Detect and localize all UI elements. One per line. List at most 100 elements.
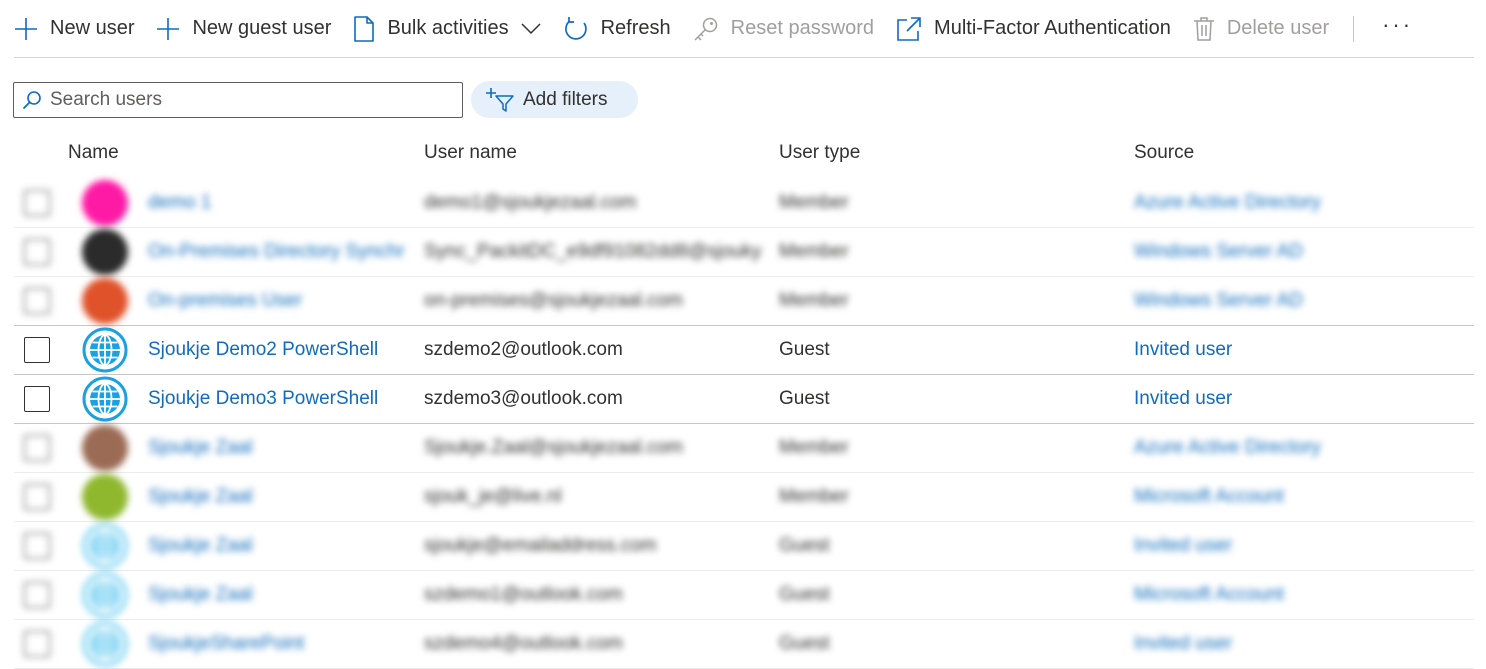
user-display-name-link[interactable]: Sjoukje Demo2 PowerShell: [148, 326, 410, 374]
search-box: [13, 82, 463, 118]
new-user-label: New user: [50, 17, 135, 39]
avatar-cell: [82, 326, 130, 374]
user-display-name-link[interactable]: Sjoukje Zaal: [148, 473, 410, 521]
refresh-label: Refresh: [600, 17, 671, 39]
row-checkbox[interactable]: [24, 533, 50, 559]
table-row[interactable]: Sjoukje Zaal szdemo1@outlook.com Guest M…: [14, 571, 1474, 620]
user-type: Guest: [779, 633, 830, 654]
user-display-name-link[interactable]: SjoukjeSharePoint: [148, 620, 410, 668]
avatar-cell: [82, 277, 130, 325]
table-row[interactable]: SjoukjeSharePoint szdemo4@outlook.com Gu…: [14, 620, 1474, 669]
mfa-button[interactable]: Multi-Factor Authentication: [896, 9, 1171, 49]
reset-password-label: Reset password: [730, 17, 875, 39]
globe-icon: [82, 327, 128, 373]
column-header-user-type[interactable]: User type: [779, 142, 860, 164]
table-header: Name User name User type Source: [0, 130, 1486, 176]
user-display-name-link[interactable]: Sjoukje Zaal: [148, 571, 410, 619]
avatar-cell: [82, 228, 130, 276]
table-row[interactable]: On-premises User on-premises@sjoukjezaal…: [14, 277, 1474, 326]
chevron-down-icon: [521, 22, 541, 34]
row-checkbox[interactable]: [24, 190, 50, 216]
user-type: Member: [779, 290, 849, 311]
user-type: Guest: [779, 388, 830, 409]
table-row[interactable]: Sjoukje Zaal sjouk_je@live.nl Member Mic…: [14, 473, 1474, 522]
avatar-cell: [82, 473, 130, 521]
user-display-name-link[interactable]: Sjoukje Zaal: [148, 522, 410, 570]
source-link[interactable]: Invited user: [1134, 522, 1464, 570]
table-row[interactable]: Sjoukje Zaal Sjoukje.Zaal@sjoukjezaal.co…: [14, 424, 1474, 473]
plus-icon: [15, 17, 37, 40]
source-link[interactable]: Windows Server AD: [1134, 277, 1464, 325]
user-display-name-link[interactable]: Sjoukje Demo3 PowerShell: [148, 375, 410, 423]
row-checkbox[interactable]: [24, 386, 50, 412]
column-header-name[interactable]: Name: [68, 142, 119, 164]
refresh-button[interactable]: Refresh: [563, 9, 671, 49]
user-principal-name: szdemo2@outlook.com: [424, 339, 623, 360]
delete-user-label: Delete user: [1226, 17, 1330, 39]
more-options-button[interactable]: ···: [1376, 12, 1419, 46]
user-principal-name: Sjoukje.Zaal@sjoukjezaal.com: [424, 437, 684, 458]
user-principal-name: szdemo1@outlook.com: [424, 584, 623, 605]
column-header-source[interactable]: Source: [1134, 142, 1194, 164]
add-filters-button[interactable]: Add filters: [471, 81, 638, 118]
search-icon: [22, 91, 41, 110]
reset-password-button[interactable]: Reset password: [693, 9, 874, 49]
row-checkbox[interactable]: [24, 631, 50, 657]
search-input[interactable]: [50, 89, 450, 111]
new-user-button[interactable]: New user: [14, 9, 134, 49]
avatar: [82, 425, 128, 471]
bulk-activities-button[interactable]: Bulk activities: [353, 9, 541, 49]
mfa-label: Multi-Factor Authentication: [934, 17, 1171, 39]
user-principal-name: Sync_PackitDC_e9df91082dd8@sjouky...: [424, 241, 762, 262]
table-row[interactable]: demo 1 demo1@sjoukjezaal.com Member Azur…: [14, 179, 1474, 228]
avatar-cell: [82, 375, 130, 423]
user-principal-name: szdemo3@outlook.com: [424, 388, 623, 409]
source-link[interactable]: Windows Server AD: [1134, 228, 1464, 276]
source-link[interactable]: Invited user: [1134, 620, 1464, 668]
add-filters-label: Add filters: [523, 88, 608, 110]
table-row[interactable]: Sjoukje Zaal sjoukje@emailaddress.com Gu…: [14, 522, 1474, 571]
add-filter-icon: [486, 87, 514, 112]
source-link[interactable]: Invited user: [1134, 375, 1464, 423]
source-link[interactable]: Invited user: [1134, 326, 1464, 374]
user-display-name-link[interactable]: demo 1: [148, 179, 410, 227]
source-link[interactable]: Azure Active Directory: [1134, 179, 1464, 227]
user-principal-name: sjoukje@emailaddress.com: [424, 535, 657, 556]
document-icon: [354, 15, 375, 42]
user-type: Guest: [779, 584, 830, 605]
user-type: Member: [779, 241, 849, 262]
table-row[interactable]: Sjoukje Demo2 PowerShell szdemo2@outlook…: [14, 326, 1474, 375]
plus-icon: [157, 17, 180, 40]
user-display-name-link[interactable]: On-Premises Directory Synchr: [148, 228, 410, 276]
row-checkbox[interactable]: [24, 435, 50, 461]
refresh-icon: [564, 16, 587, 40]
row-checkbox[interactable]: [24, 582, 50, 608]
row-checkbox[interactable]: [24, 484, 50, 510]
user-principal-name: on-premises@sjoukjezaal.com: [424, 290, 683, 311]
new-guest-user-button[interactable]: New guest user: [156, 9, 331, 49]
globe-icon: [82, 376, 128, 422]
table-row[interactable]: On-Premises Directory Synchr Sync_Packit…: [14, 228, 1474, 277]
bulk-activities-label: Bulk activities: [387, 17, 509, 39]
user-display-name-link[interactable]: Sjoukje Zaal: [148, 424, 410, 472]
trash-icon: [1193, 16, 1214, 41]
source-link[interactable]: Azure Active Directory: [1134, 424, 1464, 472]
user-type: Member: [779, 437, 849, 458]
row-checkbox[interactable]: [24, 239, 50, 265]
row-checkbox[interactable]: [24, 337, 50, 363]
row-checkbox[interactable]: [24, 288, 50, 314]
key-icon: [694, 17, 717, 41]
source-link[interactable]: Microsoft Account: [1134, 571, 1464, 619]
user-display-name-link[interactable]: On-premises User: [148, 277, 410, 325]
avatar: [82, 180, 128, 226]
column-header-user-name[interactable]: User name: [424, 142, 517, 164]
globe-icon: [82, 572, 128, 618]
avatar: [82, 278, 128, 324]
user-principal-name: sjouk_je@live.nl: [424, 486, 562, 507]
avatar: [82, 474, 128, 520]
globe-icon: [82, 621, 128, 667]
source-link[interactable]: Microsoft Account: [1134, 473, 1464, 521]
delete-user-button[interactable]: Delete user: [1193, 9, 1329, 49]
table-row[interactable]: Sjoukje Demo3 PowerShell szdemo3@outlook…: [14, 375, 1474, 424]
avatar-cell: [82, 522, 130, 570]
